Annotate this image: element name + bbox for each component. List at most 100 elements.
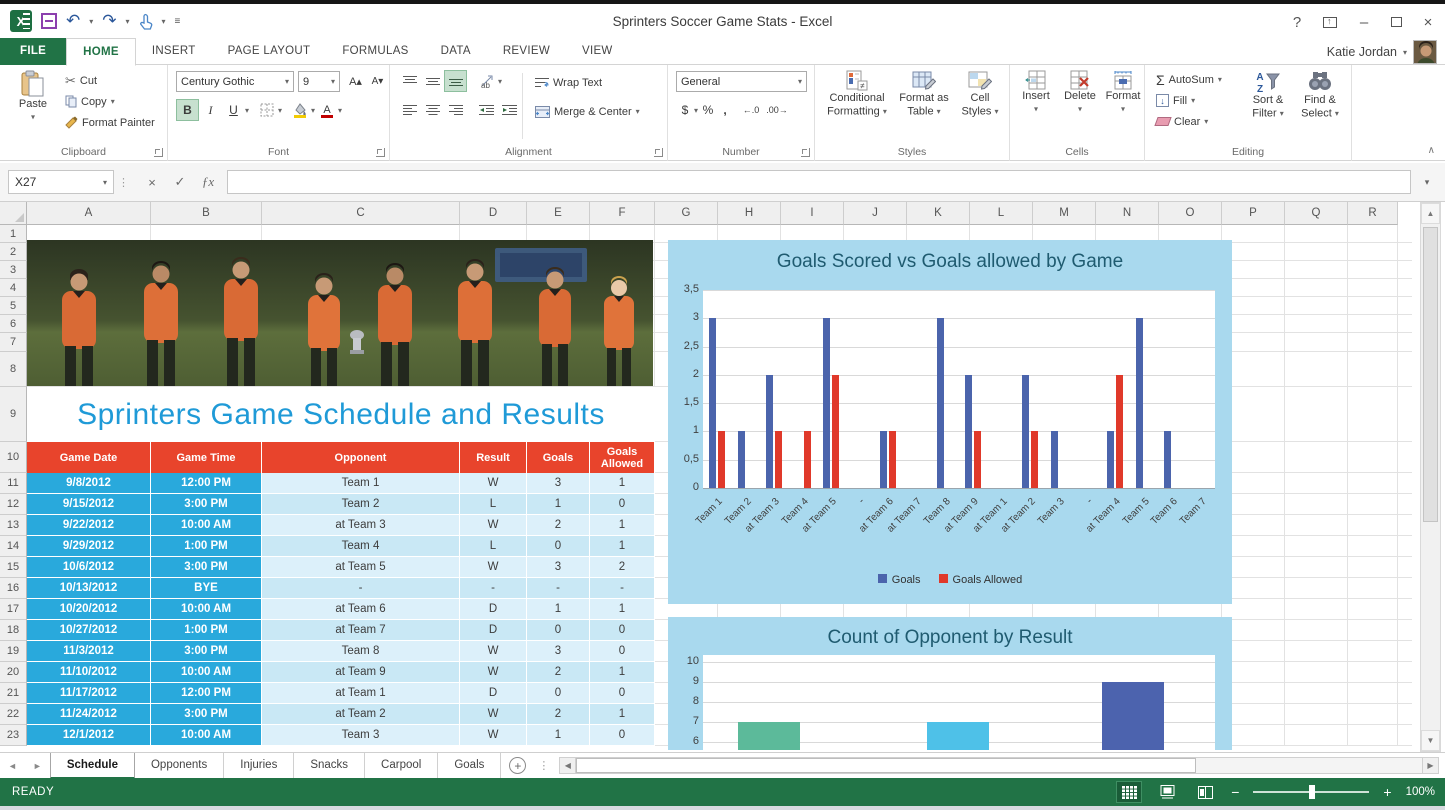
borders-dropdown-icon[interactable]: ▾ [278, 106, 282, 115]
format-as-table-dropdown-icon[interactable]: ▾ [937, 107, 941, 116]
row-header-12[interactable]: 12 [0, 494, 27, 515]
comma-style-button[interactable]: , [718, 99, 732, 121]
cell[interactable]: D [460, 683, 527, 704]
column-header-A[interactable]: A [27, 202, 151, 225]
column-header-O[interactable]: O [1159, 202, 1222, 225]
row-header-5[interactable]: 5 [0, 297, 27, 315]
scroll-down-button[interactable]: ▼ [1421, 730, 1440, 751]
enter-button[interactable]: ✓ [167, 170, 193, 194]
row-header-6[interactable]: 6 [0, 315, 27, 333]
cell[interactable]: at Team 1 [262, 683, 460, 704]
ribbon-tab-view[interactable]: VIEW [566, 38, 629, 65]
avatar[interactable] [1413, 40, 1437, 64]
cell[interactable]: 10/27/2012 [27, 620, 151, 641]
font-dialog-launcher[interactable] [376, 148, 385, 157]
row-header-21[interactable]: 21 [0, 683, 27, 704]
cell[interactable]: 10:00 AM [151, 599, 262, 620]
column-header-Q[interactable]: Q [1285, 202, 1348, 225]
sort-filter-dropdown-icon[interactable]: ▾ [1280, 109, 1284, 118]
cell[interactable]: at Team 2 [262, 704, 460, 725]
ribbon-tab-insert[interactable]: INSERT [136, 38, 212, 65]
conditional-formatting-button[interactable]: ≠ ConditionalFormatting ▾ [823, 68, 891, 118]
ribbon-tab-page-layout[interactable]: PAGE LAYOUT [212, 38, 327, 65]
cell[interactable]: 11/10/2012 [27, 662, 151, 683]
find-select-button[interactable]: Find &Select ▾ [1295, 68, 1345, 120]
sheet-tab-injuries[interactable]: Injuries [224, 753, 294, 779]
shrink-font-button[interactable]: A▾ [366, 70, 389, 92]
align-right-button[interactable] [444, 99, 467, 121]
goals-chart[interactable]: Goals Scored vs Goals allowed by Game00,… [668, 240, 1232, 604]
cell[interactable]: Team 2 [262, 494, 460, 515]
column-header-G[interactable]: G [655, 202, 718, 225]
cell[interactable]: 9/15/2012 [27, 494, 151, 515]
fill-color-button[interactable] [288, 99, 311, 121]
cell[interactable]: L [460, 494, 527, 515]
delete-dropdown-icon[interactable]: ▾ [1078, 105, 1082, 114]
cell[interactable]: W [460, 725, 527, 746]
row-header-10[interactable]: 10 [0, 442, 27, 473]
clear-button[interactable]: Clear ▾ [1153, 111, 1225, 132]
cell[interactable]: 1 [590, 599, 655, 620]
cell[interactable]: W [460, 473, 527, 494]
ribbon-display-options-button[interactable] [1315, 10, 1345, 34]
scroll-left-button[interactable]: ◀ [560, 758, 576, 773]
cell[interactable]: 9/8/2012 [27, 473, 151, 494]
autosum-button[interactable]: Σ AutoSum ▾ [1153, 69, 1225, 90]
accounting-format-button[interactable]: $ [676, 99, 694, 121]
row-header-16[interactable]: 16 [0, 578, 27, 599]
cell[interactable]: 3 [527, 557, 590, 578]
cell[interactable]: at Team 7 [262, 620, 460, 641]
decrease-indent-button[interactable] [475, 99, 498, 121]
cell[interactable]: 3:00 PM [151, 704, 262, 725]
ribbon-tab-file[interactable]: FILE [0, 38, 66, 65]
cell[interactable]: D [460, 599, 527, 620]
column-header-R[interactable]: R [1348, 202, 1398, 225]
cell[interactable]: 3 [527, 641, 590, 662]
increase-decimal-button[interactable]: ←.0 [738, 99, 764, 121]
cell[interactable]: 3 [527, 473, 590, 494]
ribbon-tab-data[interactable]: DATA [425, 38, 487, 65]
row-header-7[interactable]: 7 [0, 333, 27, 352]
formula-bar-expand-icon[interactable]: ▾ [1415, 170, 1439, 194]
insert-dropdown-icon[interactable]: ▾ [1034, 105, 1038, 114]
ribbon-tab-formulas[interactable]: FORMULAS [326, 38, 424, 65]
cell[interactable]: 2 [527, 662, 590, 683]
sheet-tab-prev-icon[interactable]: ◄ [0, 761, 25, 771]
table-row[interactable]: 11/3/20123:00 PMTeam 8W30 [27, 641, 655, 662]
cell[interactable]: 3:00 PM [151, 641, 262, 662]
column-header-H[interactable]: H [718, 202, 781, 225]
delete-cells-button[interactable]: Delete ▾ [1059, 68, 1101, 115]
column-header-E[interactable]: E [527, 202, 590, 225]
cell-styles-dropdown-icon[interactable]: ▾ [995, 107, 999, 116]
row-header-2[interactable]: 2 [0, 243, 27, 261]
cell[interactable]: 10/13/2012 [27, 578, 151, 599]
sheet-tab-snacks[interactable]: Snacks [294, 753, 365, 779]
table-row[interactable]: 10/27/20121:00 PMat Team 7D00 [27, 620, 655, 641]
font-color-button[interactable]: A [315, 99, 338, 121]
paste-dropdown-icon[interactable]: ▾ [31, 113, 35, 122]
cell[interactable]: 10:00 AM [151, 515, 262, 536]
cell[interactable]: 1 [590, 536, 655, 557]
table-row[interactable]: 11/17/201212:00 PMat Team 1D00 [27, 683, 655, 704]
cell[interactable]: 11/24/2012 [27, 704, 151, 725]
cell[interactable]: 1:00 PM [151, 536, 262, 557]
cell[interactable]: W [460, 515, 527, 536]
cell[interactable]: 10/20/2012 [27, 599, 151, 620]
find-select-dropdown-icon[interactable]: ▾ [1335, 109, 1339, 118]
cell[interactable]: 1 [590, 704, 655, 725]
zoom-in-button[interactable]: + [1383, 784, 1391, 800]
cell[interactable]: - [527, 578, 590, 599]
format-dropdown-icon[interactable]: ▾ [1121, 105, 1125, 114]
cell[interactable]: 3:00 PM [151, 494, 262, 515]
scroll-right-button[interactable]: ▶ [1422, 758, 1438, 773]
table-row[interactable]: 11/10/201210:00 AMat Team 9W21 [27, 662, 655, 683]
autosum-dropdown-icon[interactable]: ▾ [1218, 75, 1222, 84]
ribbon-tab-review[interactable]: REVIEW [487, 38, 566, 65]
horizontal-scrollbar[interactable]: ◀ ▶ [559, 757, 1439, 774]
wrap-text-button[interactable]: Wrap Text [532, 72, 605, 93]
merge-center-button[interactable]: Merge & Center ▾ [532, 101, 643, 122]
new-sheet-button[interactable]: + [509, 757, 526, 774]
column-header-C[interactable]: C [262, 202, 460, 225]
name-box-dropdown-icon[interactable]: ▾ [103, 178, 107, 187]
row-header-18[interactable]: 18 [0, 620, 27, 641]
